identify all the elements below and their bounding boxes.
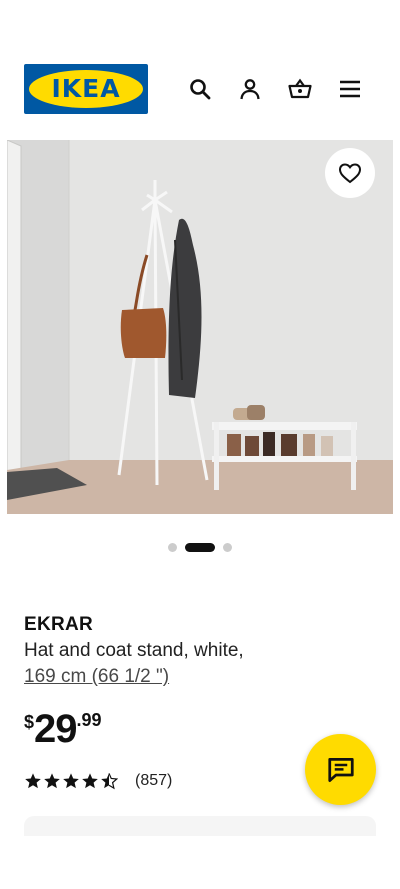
gallery-dot[interactable] xyxy=(168,542,177,552)
star-full-icon xyxy=(25,773,41,789)
product-price: $ 29 .99 xyxy=(24,708,102,752)
price-currency: $ xyxy=(24,712,35,732)
gallery-pagination xyxy=(0,542,400,552)
logo-text: IKEA xyxy=(51,74,121,103)
search-icon[interactable] xyxy=(185,74,215,104)
user-icon[interactable] xyxy=(235,74,265,104)
chat-button[interactable] xyxy=(305,734,376,805)
price-integer: 29 xyxy=(34,707,77,751)
gallery-dot[interactable] xyxy=(223,542,232,552)
ikea-logo[interactable]: IKEA xyxy=(24,64,148,114)
favorite-button[interactable] xyxy=(325,148,375,198)
bottom-panel xyxy=(24,816,376,836)
site-header: IKEA xyxy=(0,0,400,130)
star-full-icon xyxy=(82,773,98,789)
star-full-icon xyxy=(44,773,60,789)
heart-icon xyxy=(338,163,362,184)
product-description: Hat and coat stand, white, xyxy=(24,640,244,661)
star-full-icon xyxy=(63,773,79,789)
product-rating[interactable]: (857) xyxy=(24,772,172,790)
gallery-dot-active[interactable] xyxy=(185,542,215,552)
price-decimal: .99 xyxy=(76,710,102,730)
basket-icon[interactable] xyxy=(285,74,315,104)
menu-icon[interactable] xyxy=(335,74,365,104)
review-count: (857) xyxy=(135,772,173,789)
chat-icon xyxy=(327,757,354,782)
star-half-icon xyxy=(101,773,118,790)
product-size-link[interactable]: 169 cm (66 1/2 ") xyxy=(24,666,169,688)
product-name: EKRAR xyxy=(24,614,94,635)
product-image-gallery[interactable] xyxy=(7,140,393,514)
product-image xyxy=(7,140,393,514)
